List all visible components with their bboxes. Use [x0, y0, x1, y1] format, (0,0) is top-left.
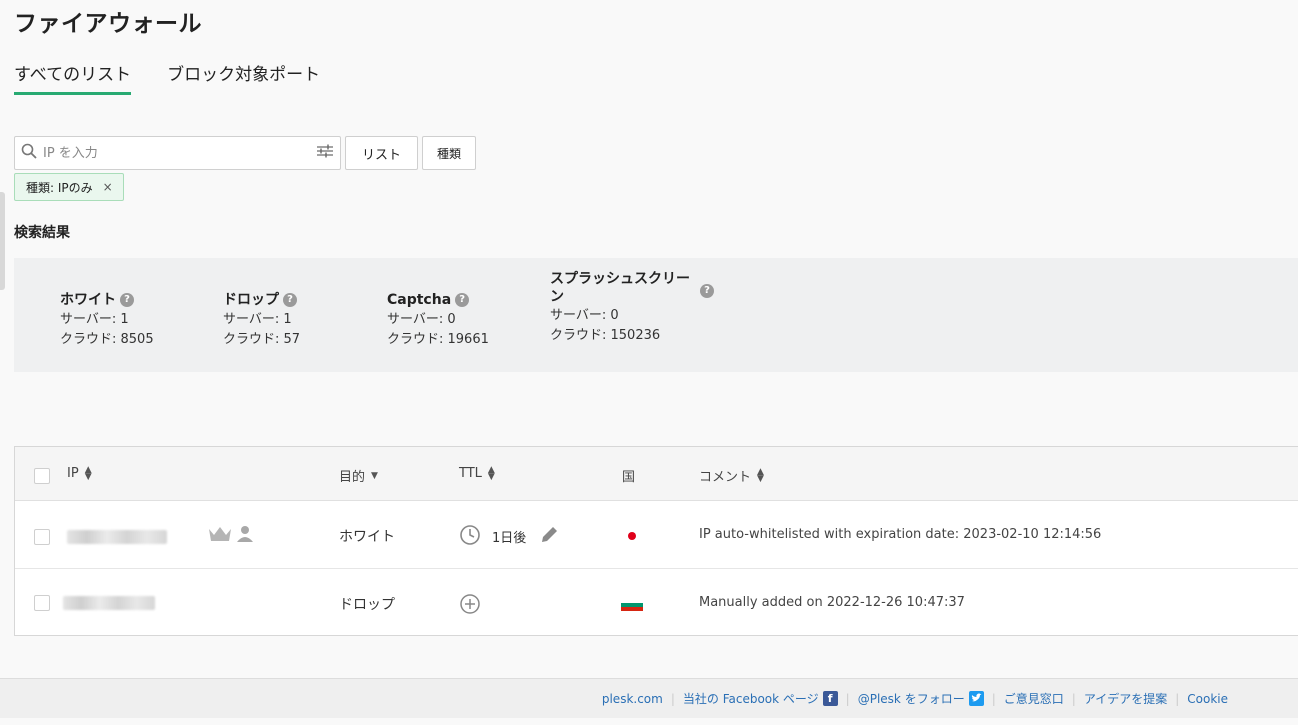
column-comment-label: コメント — [699, 470, 752, 485]
column-purpose[interactable]: 目的 ▼ — [339, 466, 378, 485]
clock-icon — [459, 524, 481, 550]
type-button[interactable]: 種類 — [422, 136, 477, 170]
column-country: 国 — [622, 466, 635, 485]
row-purpose: ホワイト — [339, 529, 395, 545]
sort-icon: ▲ ▼ — [487, 464, 495, 482]
stat-captcha: Captcha? サーバー: 0 クラウド: 19661 — [387, 290, 489, 350]
stat-drop: ドロップ? サーバー: 1 クラウド: 57 — [223, 290, 300, 350]
column-ip-label: IP — [67, 466, 79, 481]
stat-server: サーバー: 0 — [387, 312, 456, 327]
crown-icon — [207, 525, 233, 547]
column-ttl[interactable]: TTL ▲ ▼ — [459, 464, 495, 482]
column-ttl-label: TTL — [459, 466, 482, 481]
search-box — [14, 136, 341, 170]
column-ip[interactable]: IP ▲ ▼ — [67, 464, 92, 482]
help-icon[interactable]: ? — [120, 293, 134, 307]
footer: plesk.com | 当社の Facebook ページ f | @Plesk を… — [0, 678, 1298, 718]
sort-icon: ▲ ▼ — [84, 464, 92, 482]
help-icon[interactable]: ? — [283, 293, 297, 307]
filter-settings-icon[interactable] — [316, 143, 334, 163]
footer-link-plesk[interactable]: plesk.com — [602, 692, 663, 706]
user-icon — [235, 525, 255, 547]
column-purpose-label: 目的 — [339, 470, 366, 485]
stat-cloud: クラウド: 8505 — [60, 332, 154, 347]
stat-server: サーバー: 0 — [550, 308, 619, 323]
column-comment[interactable]: コメント ▲ ▼ — [699, 466, 764, 485]
table-row: ドロップ Manually added on 2022-12-26 10:47:… — [15, 569, 1298, 637]
tab-blocked-ports[interactable]: ブロック対象ポート — [167, 60, 320, 95]
dropdown-arrow-icon: ▼ — [371, 470, 378, 481]
side-panel-handle[interactable] — [0, 192, 5, 290]
stat-title: スプラッシュスクリーン — [550, 271, 690, 305]
stat-server: サーバー: 1 — [60, 312, 129, 327]
list-button[interactable]: リスト — [345, 136, 419, 170]
footer-separator: | — [670, 691, 675, 706]
stat-white: ホワイト? サーバー: 1 クラウド: 8505 — [60, 290, 154, 350]
row-comment: IP auto-whitelisted with expiration date… — [699, 527, 1102, 542]
footer-link-cookie[interactable]: Cookie — [1187, 692, 1228, 706]
stat-server: サーバー: 1 — [223, 312, 292, 327]
stat-cloud: クラウド: 57 — [223, 332, 301, 347]
help-icon[interactable]: ? — [455, 293, 470, 307]
search-input[interactable] — [37, 145, 316, 161]
row-checkbox[interactable] — [34, 529, 50, 545]
ip-address-redacted — [67, 530, 167, 544]
footer-separator: | — [1071, 691, 1076, 706]
edit-pencil-icon[interactable] — [538, 524, 560, 550]
footer-link-twitter-label: @Plesk をフォロー — [857, 692, 965, 706]
tab-all-lists[interactable]: すべてのリスト — [14, 60, 132, 95]
search-row: リスト 種類 — [14, 136, 477, 170]
bulgaria-flag-icon — [621, 599, 643, 611]
stat-cloud: クラウド: 19661 — [387, 332, 489, 347]
footer-separator: | — [991, 691, 996, 706]
column-country-label: 国 — [622, 470, 636, 485]
stat-title: Captcha — [387, 292, 452, 308]
ip-address-redacted — [63, 596, 155, 610]
footer-link-feedback[interactable]: ご意見窓口 — [1004, 690, 1064, 707]
row-purpose: ドロップ — [339, 597, 395, 613]
stats-panel: ホワイト? サーバー: 1 クラウド: 8505 ドロップ? サーバー: 1 ク… — [14, 258, 1298, 372]
table-header: IP ▲ ▼ 目的 ▼ TTL ▲ ▼ 国 コメント ▲ ▼ — [15, 447, 1298, 501]
row-ttl: 1日後 — [492, 531, 527, 546]
facebook-icon: f — [822, 691, 838, 706]
footer-link-facebook[interactable]: 当社の Facebook ページ f — [683, 690, 838, 707]
row-checkbox[interactable] — [34, 595, 50, 611]
sort-icon: ▲ ▼ — [757, 466, 764, 484]
filter-chip: 種類: IPのみ × — [14, 173, 124, 201]
footer-separator: | — [845, 691, 850, 706]
page-title: ファイアウォール — [14, 11, 202, 37]
tabs: すべてのリスト ブロック対象ポート — [14, 60, 320, 95]
stat-splash-screen: スプラッシュスクリーン? サーバー: 0 クラウド: 150236 — [550, 270, 714, 346]
search-icon — [21, 143, 37, 163]
table-row: ホワイト 1日後 IP auto-whitelisted with expira… — [15, 501, 1298, 569]
country-flag-dot — [628, 532, 636, 540]
stat-title: ホワイト — [60, 292, 116, 308]
remove-filter-button[interactable]: × — [103, 180, 113, 194]
stat-cloud: クラウド: 150236 — [550, 328, 661, 343]
footer-link-facebook-label: 当社の Facebook ページ — [682, 692, 819, 706]
footer-link-suggest-idea[interactable]: アイデアを提案 — [1084, 690, 1167, 707]
select-all-checkbox[interactable] — [34, 468, 50, 484]
help-icon[interactable]: ? — [700, 284, 714, 298]
stat-title: ドロップ — [223, 292, 279, 308]
filter-chip-label: 種類: IPのみ — [26, 180, 93, 195]
add-ttl-icon[interactable] — [459, 593, 481, 619]
footer-separator: | — [1175, 691, 1180, 706]
firewall-table: IP ▲ ▼ 目的 ▼ TTL ▲ ▼ 国 コメント ▲ ▼ ホワイト 1日後 … — [14, 446, 1298, 636]
twitter-icon — [968, 691, 984, 706]
row-comment: Manually added on 2022-12-26 10:47:37 — [699, 595, 965, 610]
footer-link-twitter[interactable]: @Plesk をフォロー — [858, 690, 984, 707]
results-heading: 検索結果 — [14, 225, 70, 241]
